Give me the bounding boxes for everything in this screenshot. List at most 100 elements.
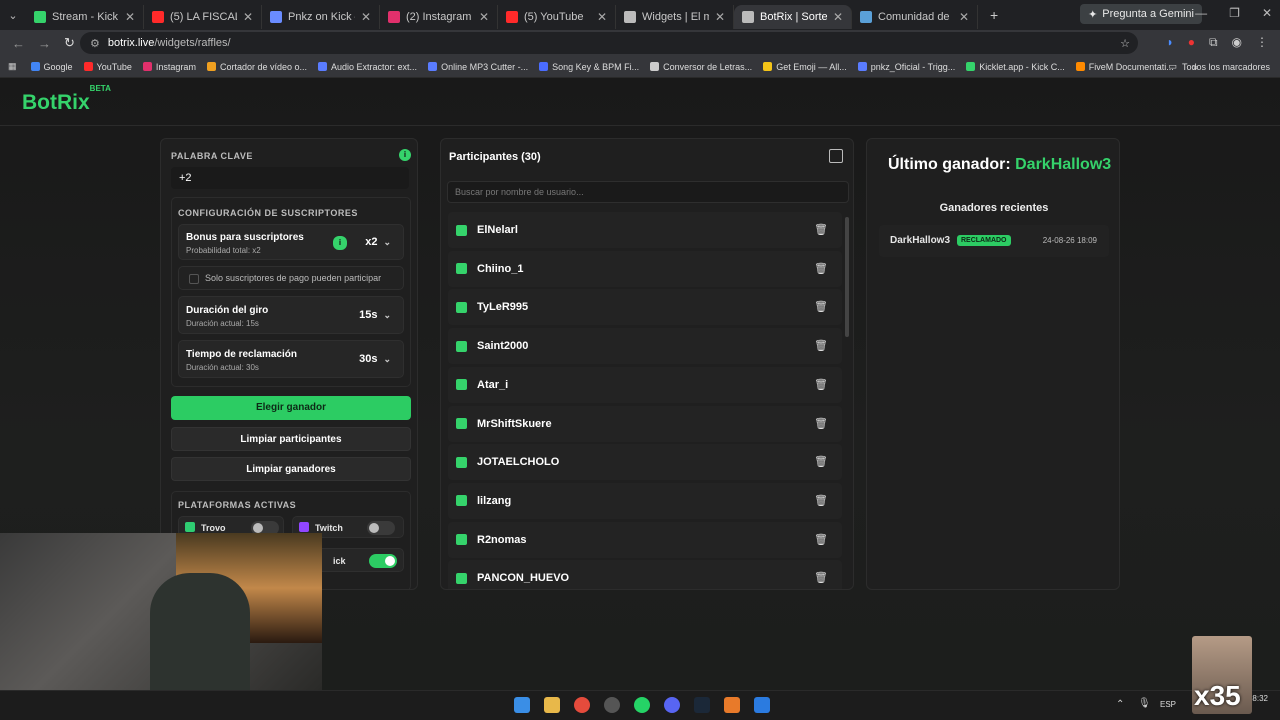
- bookmark-item[interactable]: Cortador de vídeo o...: [206, 62, 307, 72]
- whatsapp-icon[interactable]: [634, 697, 650, 713]
- bookmark-icon: [142, 62, 152, 71]
- bookmark-item[interactable]: Google: [30, 62, 73, 72]
- close-tab-icon[interactable]: ✕: [361, 10, 371, 24]
- close-window-icon[interactable]: ✕: [1262, 6, 1272, 20]
- discord-icon[interactable]: [664, 697, 680, 713]
- app-icon[interactable]: [724, 697, 740, 713]
- bookmark-icon: [857, 62, 867, 71]
- tab-6[interactable]: BotRix | Sorteos ✕: [734, 5, 852, 29]
- chrome-icon[interactable]: [574, 697, 590, 713]
- clear-participants-button[interactable]: Limpiar participantes: [171, 427, 411, 451]
- bookmark-label: YouTube: [96, 61, 132, 72]
- kick-toggle[interactable]: [369, 554, 397, 568]
- extensions-puzzle-icon[interactable]: ⧉: [1209, 35, 1218, 50]
- info-icon[interactable]: i: [333, 236, 347, 250]
- trash-icon[interactable]: 🗑: [814, 378, 828, 392]
- trash-icon[interactable]: 🗑: [814, 339, 828, 353]
- pick-winner-button[interactable]: Elegir ganador: [171, 396, 411, 420]
- keyword-input[interactable]: +2: [171, 167, 409, 189]
- minimize-icon[interactable]: —: [1195, 6, 1207, 20]
- kick-icon: [456, 495, 467, 507]
- maximize-icon[interactable]: ❐: [1229, 6, 1240, 20]
- url-field[interactable]: ⚙ botrix.live/widgets/raffles/ ☆: [80, 32, 1138, 54]
- close-tab-icon[interactable]: ✕: [479, 10, 489, 24]
- copy-icon[interactable]: [829, 149, 843, 163]
- bookmark-icon: [966, 62, 976, 71]
- close-tab-icon[interactable]: ✕: [125, 10, 135, 24]
- gemini-button[interactable]: ✦ Pregunta a Gemini: [1080, 4, 1202, 24]
- bookmark-item[interactable]: Song Key & BPM Fi...: [539, 62, 639, 72]
- info-icon[interactable]: i: [399, 149, 411, 161]
- close-tab-icon[interactable]: ✕: [597, 10, 607, 24]
- windows-start-icon[interactable]: [514, 697, 530, 713]
- mic-icon[interactable]: 🎙: [1138, 698, 1151, 709]
- tab-title: (5) LA FISCAL DE LA I: [170, 11, 237, 23]
- bookmark-item[interactable]: Get Emoji — All...: [763, 62, 847, 72]
- tab-search-icon[interactable]: ⌄: [0, 9, 26, 22]
- tab-7[interactable]: Comunidad de Steam ✕: [852, 5, 978, 29]
- botrix-logo[interactable]: BotRixBETA: [22, 84, 111, 115]
- close-tab-icon[interactable]: ✕: [715, 10, 725, 24]
- language-indicator[interactable]: ESP: [1160, 700, 1176, 709]
- bookmark-star-icon[interactable]: ☆: [1120, 37, 1130, 50]
- app-icon[interactable]: [604, 697, 620, 713]
- bonus-select[interactable]: x2 ⌄: [365, 236, 391, 248]
- gemini-label: Pregunta a Gemini: [1102, 8, 1194, 20]
- site-info-icon[interactable]: ⚙: [90, 37, 100, 50]
- tab-5[interactable]: Widgets | El mejor so ✕: [616, 5, 734, 29]
- clear-winners-button[interactable]: Limpiar ganadores: [171, 457, 411, 481]
- trash-icon[interactable]: 🗑: [814, 262, 828, 276]
- steam-icon[interactable]: [694, 697, 710, 713]
- trash-icon[interactable]: 🗑: [814, 223, 828, 237]
- forward-icon[interactable]: →: [38, 36, 52, 51]
- claim-select[interactable]: 30s ⌄: [359, 353, 391, 365]
- bookmark-item[interactable]: Conversor de Letras...: [650, 62, 752, 72]
- extension-icon[interactable]: ◗: [1166, 35, 1173, 50]
- bookmark-item[interactable]: Audio Extractor: ext...: [318, 62, 417, 72]
- tab-title: (2) Instagram: [406, 11, 472, 23]
- chevron-down-icon: ⌄: [383, 354, 391, 364]
- all-bookmarks[interactable]: ▭ Todos los marcadores: [1168, 61, 1270, 72]
- trash-icon[interactable]: 🗑: [814, 571, 828, 585]
- close-tab-icon[interactable]: ✕: [959, 10, 969, 24]
- calculator-icon[interactable]: [754, 697, 770, 713]
- paid-only-row[interactable]: Solo suscriptores de pago pueden partici…: [178, 266, 404, 290]
- trash-icon[interactable]: 🗑: [814, 533, 828, 547]
- tab-0[interactable]: Stream - Kick Dashbo ✕: [26, 5, 144, 29]
- participant-name: lilzang: [477, 494, 512, 507]
- tab-title: Pnkz on Kick — Enga: [288, 11, 355, 23]
- bookmark-item[interactable]: Kicklet.app - Kick C...: [966, 62, 1065, 72]
- multiplier-overlay-text: x35: [1194, 680, 1241, 711]
- tab-2[interactable]: Pnkz on Kick — Enga ✕: [262, 5, 380, 29]
- spin-select[interactable]: 15s ⌄: [359, 309, 391, 321]
- bookmark-item[interactable]: pnkz_Oficial - Trigg...: [857, 62, 955, 72]
- bookmark-item[interactable]: Online MP3 Cutter -...: [428, 62, 528, 72]
- bookmark-item[interactable]: FiveM Documentati...: [1075, 62, 1174, 72]
- close-tab-icon[interactable]: ✕: [833, 10, 843, 24]
- trash-icon[interactable]: 🗑: [814, 300, 828, 314]
- bookmark-item[interactable]: Instagram: [142, 62, 196, 72]
- tab-4[interactable]: (5) YouTube ✕: [498, 5, 616, 29]
- trash-icon[interactable]: 🗑: [814, 494, 828, 508]
- url-host: botrix.live: [107, 37, 155, 49]
- apps-grid-icon[interactable]: ▦: [8, 61, 17, 72]
- tab-1[interactable]: (5) LA FISCAL DE LA I ✕: [144, 5, 262, 29]
- participant-search-input[interactable]: Buscar por nombre de usuario...: [447, 181, 849, 203]
- new-tab-icon[interactable]: +: [990, 7, 998, 23]
- back-icon[interactable]: ←: [12, 36, 26, 51]
- tray-chevron-icon[interactable]: ⌃: [1116, 699, 1124, 710]
- trash-icon[interactable]: 🗑: [814, 455, 828, 469]
- scrollbar[interactable]: [845, 217, 849, 337]
- bookmark-item[interactable]: YouTube: [83, 61, 132, 72]
- paid-only-checkbox[interactable]: [189, 274, 199, 284]
- extension-icon[interactable]: ●: [1188, 35, 1195, 50]
- reload-icon[interactable]: ↻: [64, 35, 78, 51]
- claim-time-card: Tiempo de reclamación Duración actual: 30…: [178, 340, 404, 378]
- trash-icon[interactable]: 🗑: [814, 417, 828, 431]
- profile-avatar[interactable]: ◉: [1232, 35, 1242, 50]
- tab-3[interactable]: (2) Instagram ✕: [380, 5, 498, 29]
- close-tab-icon[interactable]: ✕: [243, 10, 253, 24]
- menu-icon[interactable]: ⋮: [1256, 35, 1268, 50]
- twitch-toggle[interactable]: [367, 521, 395, 535]
- file-explorer-icon[interactable]: [544, 697, 560, 713]
